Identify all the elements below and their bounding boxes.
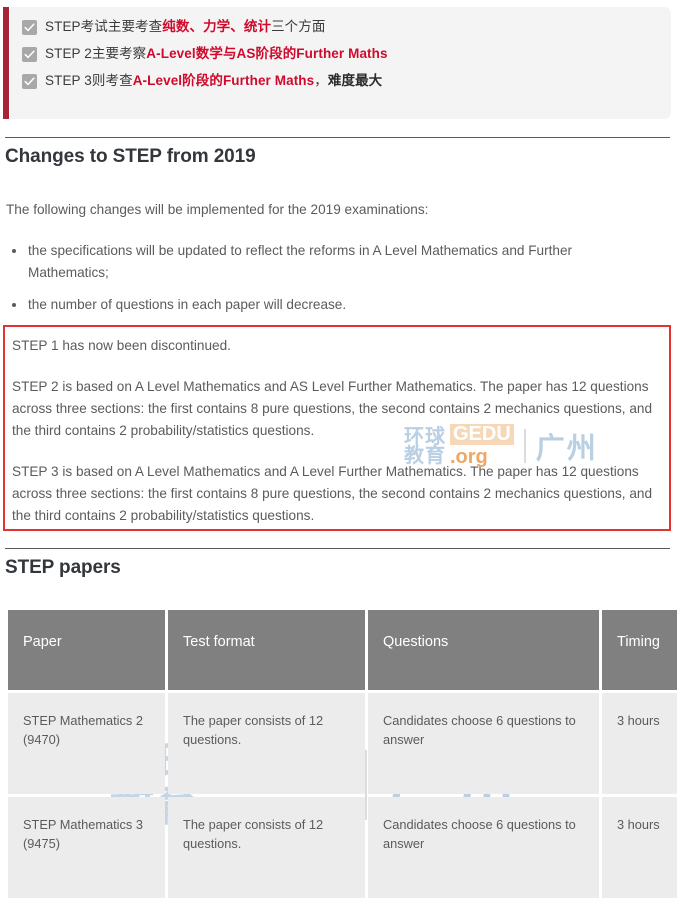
cell-test-format: The paper consists of 12 questions.	[168, 693, 365, 794]
cell-timing: 3 hours	[602, 797, 677, 898]
cell-questions: Candidates choose 6 questions to answer	[368, 693, 599, 794]
table-header-row: Paper Test format Questions Timing	[8, 610, 677, 690]
cell-timing: 3 hours	[602, 693, 677, 794]
list-item: STEP 3则考查A-Level阶段的Further Maths，难度最大	[22, 72, 652, 90]
table-row: STEP Mathematics 2 (9470) The paper cons…	[8, 693, 677, 794]
intro-paragraph: The following changes will be implemente…	[6, 202, 429, 217]
cell-questions: Candidates choose 6 questions to answer	[368, 797, 599, 898]
section-divider	[5, 548, 670, 549]
checkmark-icon	[22, 74, 37, 89]
column-header-test-format: Test format	[168, 610, 365, 690]
list-item: STEP 2主要考察A-Level数学与AS阶段的Further Maths	[22, 45, 652, 63]
list-item: the specifications will be updated to re…	[6, 240, 621, 284]
highlight-paragraph: STEP 3 is based on A Level Mathematics a…	[12, 464, 653, 523]
changes-bullet-list: the specifications will be updated to re…	[6, 240, 621, 326]
column-header-paper: Paper	[8, 610, 165, 690]
highlight-paragraph: STEP 1 has now been discontinued.	[12, 338, 231, 353]
section-divider	[5, 137, 670, 138]
list-item: the number of questions in each paper wi…	[6, 294, 621, 316]
list-item-label: STEP考试主要考查纯数、力学、统计三个方面	[45, 19, 326, 34]
cell-paper: STEP Mathematics 3 (9475)	[8, 797, 165, 898]
list-item-label: STEP 3则考查A-Level阶段的Further Maths，难度最大	[45, 73, 383, 88]
section-title: STEP papers	[5, 557, 121, 578]
list-item-label: STEP 2主要考察A-Level数学与AS阶段的Further Maths	[45, 46, 388, 61]
checklist: STEP考试主要考查纯数、力学、统计三个方面 STEP 2主要考察A-Level…	[22, 18, 652, 99]
column-header-questions: Questions	[368, 610, 599, 690]
highlight-paragraph: STEP 2 is based on A Level Mathematics a…	[12, 379, 653, 438]
highlight-box: STEP 1 has now been discontinued. STEP 2…	[3, 325, 671, 531]
checkmark-icon	[22, 47, 37, 62]
table-row: STEP Mathematics 3 (9475) The paper cons…	[8, 797, 677, 898]
callout-accent-bar	[3, 7, 9, 119]
step-papers-table: Paper Test format Questions Timing STEP …	[5, 607, 677, 901]
cell-test-format: The paper consists of 12 questions.	[168, 797, 365, 898]
list-item: STEP考试主要考查纯数、力学、统计三个方面	[22, 18, 652, 36]
checkmark-icon	[22, 20, 37, 35]
column-header-timing: Timing	[602, 610, 677, 690]
page-title: Changes to STEP from 2019	[5, 146, 256, 167]
cell-paper: STEP Mathematics 2 (9470)	[8, 693, 165, 794]
